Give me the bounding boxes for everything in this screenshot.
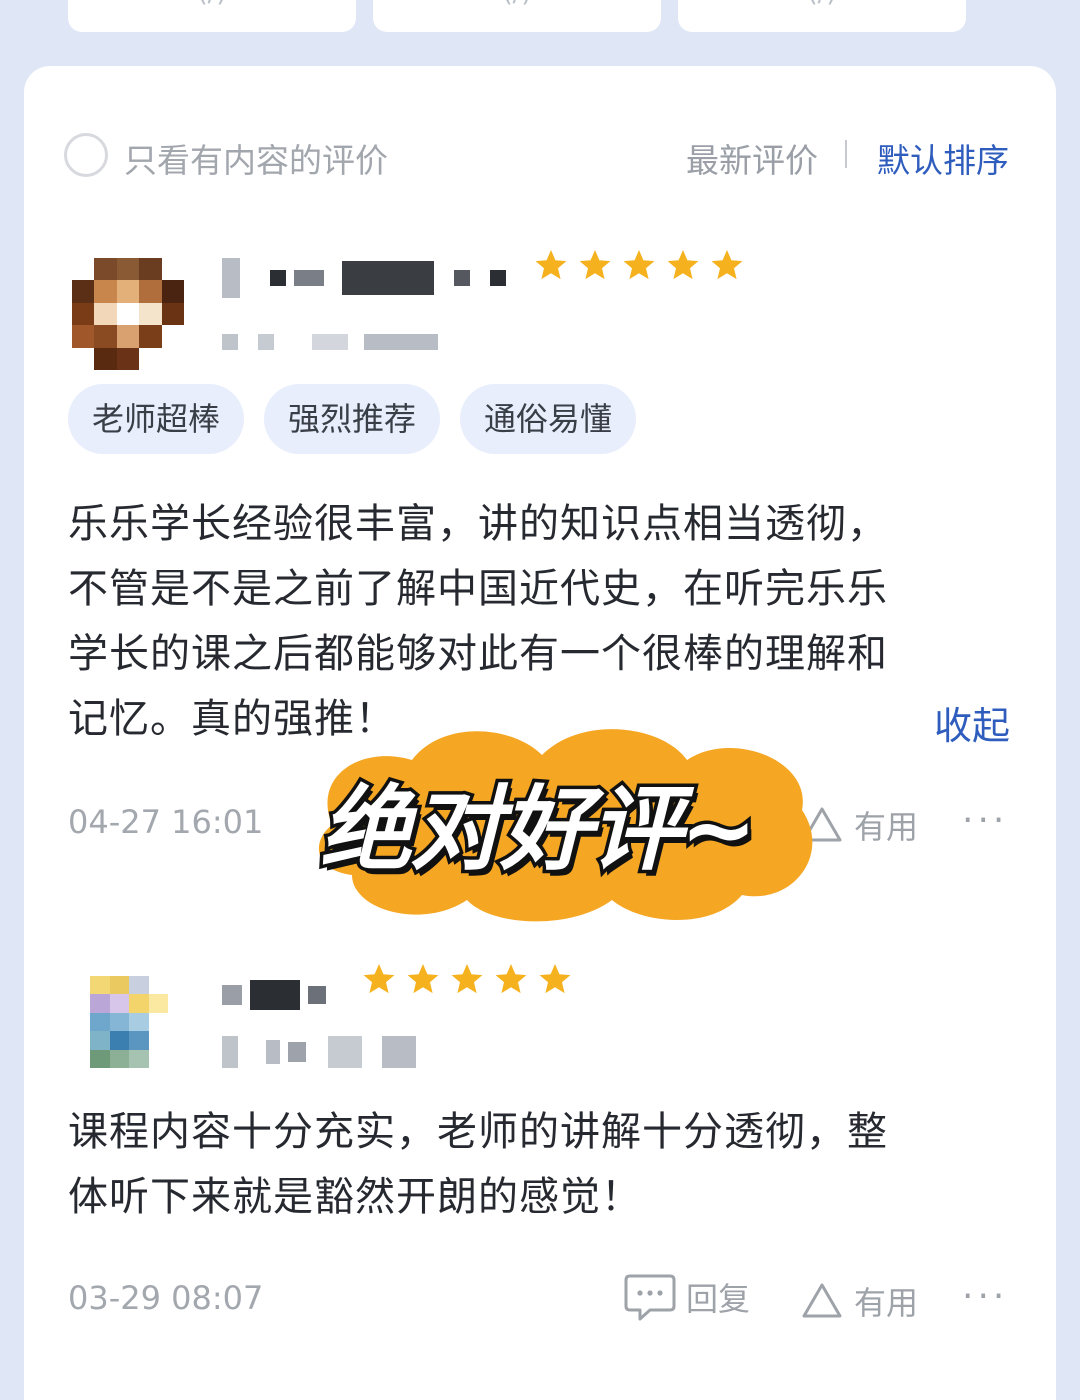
sort-default[interactable]: 默认排序 (877, 134, 1009, 182)
tag-chip[interactable]: 通俗易懂 (460, 384, 637, 454)
star-icon (495, 964, 527, 994)
star-icon (579, 250, 611, 280)
avatar[interactable] (72, 258, 184, 370)
user-info-blurred (222, 334, 438, 350)
rating-filter-card-2[interactable]: (/) (373, 0, 661, 32)
more-icon[interactable]: ··· (962, 800, 1008, 841)
review-text-line: 乐乐学长经验很丰富，讲的知识点相当透彻， (68, 501, 888, 547)
praise-sticker: 绝对好评~ (292, 705, 832, 935)
tag-chip[interactable]: 强烈推荐 (264, 384, 441, 454)
username-blurred (222, 980, 326, 1010)
filter-row: 只看有内容的评价 最新评价 默认排序 (64, 130, 1024, 180)
star-icon (451, 964, 483, 994)
rating-stars (362, 962, 572, 996)
useful-label: 有用 (854, 1284, 919, 1322)
reply-label: 回复 (686, 1280, 751, 1318)
useful-button[interactable]: 有用 (800, 1278, 918, 1324)
star-icon (535, 250, 567, 280)
useful-label: 有用 (854, 808, 919, 846)
review-text-line: 课程内容十分充实，老师的讲解十分透彻，整 (68, 1109, 888, 1155)
review-time: 04-27 16:01 (68, 803, 264, 841)
star-icon (407, 964, 439, 994)
tag-chip[interactable]: 老师超棒 (68, 384, 245, 454)
rating-filter-card-3[interactable]: (/) (678, 0, 966, 32)
only-content-label[interactable]: 只看有内容的评价 (124, 134, 388, 182)
sort-divider (845, 140, 847, 168)
sort-newest[interactable]: 最新评价 (686, 134, 818, 182)
review-text-line: 不管是不是之前了解中国近代史，在听完乐乐 (68, 566, 888, 612)
star-icon (711, 250, 743, 280)
star-icon (363, 964, 395, 994)
star-icon (539, 964, 571, 994)
user-info-blurred (222, 1036, 416, 1068)
star-icon (623, 250, 655, 280)
only-content-radio[interactable] (64, 133, 108, 177)
collapse-link[interactable]: 收起 (934, 695, 1010, 750)
tag-list: 老师超棒 强烈推荐 通俗易懂 (68, 384, 637, 454)
review-text-line: 体听下来就是豁然开朗的感觉！ (68, 1174, 642, 1220)
review-text-line: 学长的课之后都能够对此有一个很棒的理解和 (68, 631, 888, 677)
reply-button[interactable]: 回复 (624, 1272, 750, 1322)
thumb-triangle-icon (802, 1283, 842, 1318)
username-blurred (222, 258, 506, 298)
rating-stars (534, 248, 744, 282)
more-icon[interactable]: ··· (962, 1276, 1008, 1317)
star-icon (667, 250, 699, 280)
rating-filter-card-1[interactable]: (/) (68, 0, 356, 32)
sticker-text: 绝对好评~ (316, 773, 760, 887)
avatar[interactable] (90, 976, 168, 1068)
comment-icon (624, 1274, 676, 1321)
review-time: 03-29 08:07 (68, 1279, 264, 1317)
review-text: 课程内容十分充实，老师的讲解十分透彻，整 体听下来就是豁然开朗的感觉！ (68, 1100, 978, 1230)
